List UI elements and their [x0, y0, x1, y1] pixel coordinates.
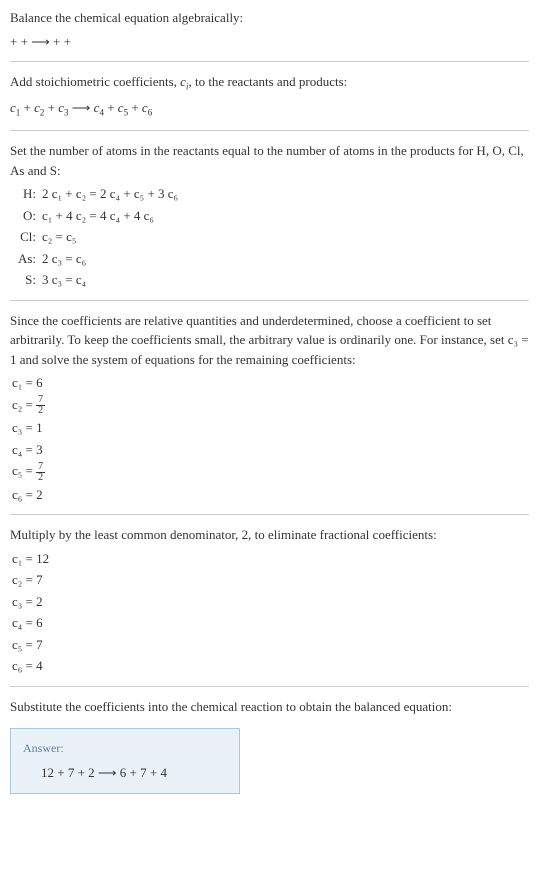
- coef-row: c₂ = 7: [12, 570, 529, 590]
- atom-label: Cl:: [14, 227, 42, 247]
- atoms-heading: Set the number of atoms in the reactants…: [10, 141, 529, 180]
- atom-row: S: 3 c₃ = c₄: [14, 270, 529, 290]
- coef-list-int: c₁ = 12 c₂ = 7 c₃ = 2 c₄ = 6 c₅ = 7 c₆ =…: [12, 549, 529, 676]
- stoich-text-a: Add stoichiometric coefficients,: [10, 74, 180, 89]
- balance-equation: + + ⟶ + +: [10, 32, 529, 52]
- atom-eq: 2 c₁ + c₂ = 2 c₄ + c₅ + 3 c₆: [42, 184, 178, 204]
- stoich-equation: c1 + c2 + c3 ⟶ c4 + c5 + c6: [10, 98, 529, 120]
- answer-label: Answer:: [23, 739, 227, 757]
- coef-row: c₄ = 6: [12, 613, 529, 633]
- frac-den: 2: [36, 473, 45, 483]
- divider: [10, 514, 529, 515]
- coef-row: c₃ = 2: [12, 592, 529, 612]
- plus3: +: [107, 100, 118, 115]
- c5-sub: 5: [124, 108, 129, 118]
- divider: [10, 130, 529, 131]
- c6-sub: 6: [148, 108, 153, 118]
- coef-row: c₃ = 1: [12, 418, 529, 438]
- multiply-heading: Multiply by the least common denominator…: [10, 525, 529, 545]
- c2-sub: 2: [40, 108, 45, 118]
- divider: [10, 61, 529, 62]
- coef-row: c₅ = 72: [12, 461, 529, 483]
- section-solve: Since the coefficients are relative quan…: [10, 311, 529, 505]
- fraction: 72: [36, 462, 45, 483]
- coef-lhs: c₄ =: [12, 442, 36, 457]
- atom-eq: c₁ + 4 c₂ = 4 c₄ + 4 c₆: [42, 206, 154, 226]
- atom-label: S:: [14, 270, 42, 290]
- coef-row: c₁ = 12: [12, 549, 529, 569]
- atom-eq: 3 c₃ = c₄: [42, 270, 86, 290]
- answer-equation: 12 + 7 + 2 ⟶ 6 + 7 + 4: [23, 763, 227, 783]
- fraction: 72: [36, 395, 45, 416]
- solve-heading: Since the coefficients are relative quan…: [10, 311, 529, 370]
- coef-val: 2: [36, 487, 43, 502]
- coef-lhs: c₅ =: [12, 463, 36, 478]
- answer-box: Answer: 12 + 7 + 2 ⟶ 6 + 7 + 4: [10, 728, 240, 794]
- c1-sub: 1: [16, 108, 21, 118]
- section-multiply: Multiply by the least common denominator…: [10, 525, 529, 676]
- coef-lhs: c₆ =: [12, 487, 36, 502]
- coef-val: 3: [36, 442, 43, 457]
- c3-sub: 3: [64, 108, 69, 118]
- coef-val: 1: [36, 420, 43, 435]
- section-balance: Balance the chemical equation algebraica…: [10, 8, 529, 51]
- atom-eq: c₂ = c₅: [42, 227, 76, 247]
- plus4: +: [131, 100, 142, 115]
- atom-row: As: 2 c₃ = c₆: [14, 249, 529, 269]
- section-atoms: Set the number of atoms in the reactants…: [10, 141, 529, 290]
- stoich-text-b: , to the reactants and products:: [188, 74, 347, 89]
- plus1: +: [24, 100, 35, 115]
- c4-sub: 4: [99, 108, 104, 118]
- coef-row: c₆ = 4: [12, 656, 529, 676]
- coef-row: c₆ = 2: [12, 485, 529, 505]
- atom-label: H:: [14, 184, 42, 204]
- atom-label: O:: [14, 206, 42, 226]
- coef-lhs: c₃ =: [12, 420, 36, 435]
- coef-list: c₁ = 6 c₂ = 72 c₃ = 1 c₄ = 3 c₅ = 72 c₆ …: [12, 373, 529, 504]
- coef-lhs: c₂ =: [12, 397, 36, 412]
- atom-row: H: 2 c₁ + c₂ = 2 c₄ + c₅ + 3 c₆: [14, 184, 529, 204]
- coef-row: c₁ = 6: [12, 373, 529, 393]
- coef-row: c₄ = 3: [12, 440, 529, 460]
- coef-row: c₅ = 7: [12, 635, 529, 655]
- atom-table: H: 2 c₁ + c₂ = 2 c₄ + c₅ + 3 c₆ O: c₁ + …: [14, 184, 529, 290]
- atom-label: As:: [14, 249, 42, 269]
- section-substitute: Substitute the coefficients into the che…: [10, 697, 529, 794]
- coef-lhs: c₁ =: [12, 375, 36, 390]
- atom-row: O: c₁ + 4 c₂ = 4 c₄ + 4 c₆: [14, 206, 529, 226]
- coef-val: 6: [36, 375, 43, 390]
- divider: [10, 686, 529, 687]
- atom-row: Cl: c₂ = c₅: [14, 227, 529, 247]
- plus2: +: [48, 100, 59, 115]
- substitute-heading: Substitute the coefficients into the che…: [10, 697, 529, 717]
- section-stoich: Add stoichiometric coefficients, ci, to …: [10, 72, 529, 120]
- stoich-heading: Add stoichiometric coefficients, ci, to …: [10, 72, 529, 94]
- atom-eq: 2 c₃ = c₆: [42, 249, 86, 269]
- balance-heading: Balance the chemical equation algebraica…: [10, 8, 529, 28]
- arrow: ⟶: [72, 100, 94, 115]
- coef-row: c₂ = 72: [12, 395, 529, 417]
- frac-den: 2: [36, 406, 45, 416]
- divider: [10, 300, 529, 301]
